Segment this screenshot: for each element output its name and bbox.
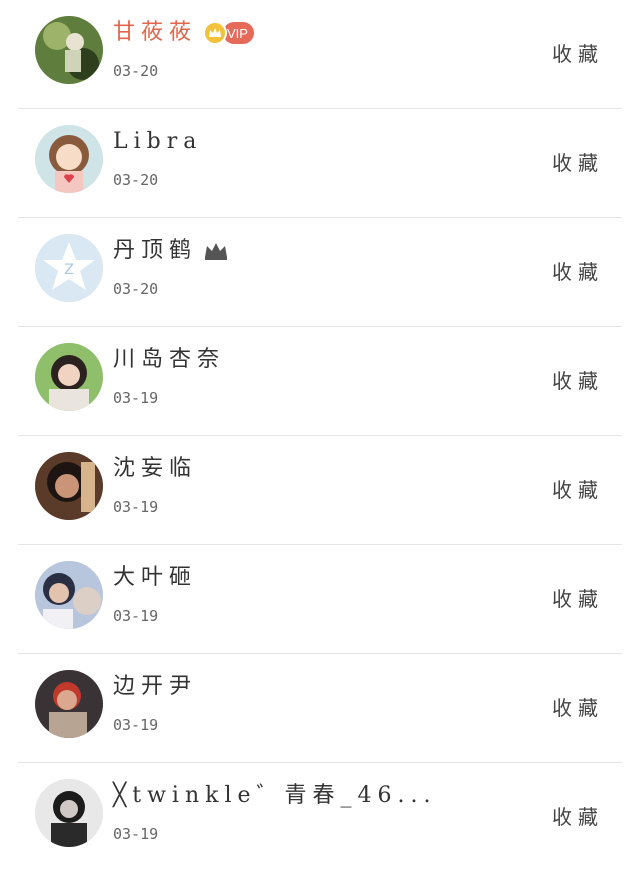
list-item[interactable]: 川岛杏奈 03-19 收藏 [18,327,622,436]
avatar[interactable] [35,670,103,738]
user-name: 沈妄临 [113,456,198,481]
favorite-button[interactable]: 收藏 [552,583,604,612]
list-item[interactable]: ╳twinkle゛青春_46... 03-19 收藏 [18,763,622,872]
crown-icon [203,21,228,45]
list-item[interactable]: Libra 03-20 收藏 [18,109,622,218]
favorite-button[interactable]: 收藏 [552,256,604,285]
user-name: 边开尹 [113,674,198,699]
avatar[interactable] [35,452,103,520]
favorite-button[interactable]: 收藏 [552,365,604,394]
user-name: Libra [113,129,203,154]
list-item[interactable]: 沈妄临 03-19 收藏 [18,436,622,545]
crown-icon [203,240,229,262]
user-name: ╳twinkle゛青春_46... [113,783,437,808]
favorite-button[interactable]: 收藏 [552,692,604,721]
favorite-button[interactable]: 收藏 [552,147,604,176]
avatar[interactable] [35,343,103,411]
follow-date: 03-19 [113,389,159,407]
avatar[interactable] [35,561,103,629]
avatar[interactable] [35,16,103,84]
user-name: 川岛杏奈 [113,347,226,372]
favorite-button[interactable]: 收藏 [552,801,604,830]
vip-label: VIP [223,22,254,44]
avatar[interactable] [35,779,103,847]
svg-text:Z: Z [64,262,74,278]
list-item[interactable]: Z 丹顶鹤 03-20 收藏 [18,218,622,327]
user-name: 丹顶鹤 [113,238,198,263]
list-item[interactable]: 边开尹 03-19 收藏 [18,654,622,763]
list-item[interactable]: 大叶砸 03-19 收藏 [18,545,622,654]
favorite-button[interactable]: 收藏 [552,474,604,503]
user-name: 大叶砸 [113,565,198,590]
follow-date: 03-19 [113,716,159,734]
avatar[interactable]: Z [35,234,103,302]
follow-date: 03-19 [113,825,159,843]
follow-date: 03-19 [113,498,159,516]
user-name: 甘莜莜 [113,20,198,45]
follow-date: 03-19 [113,607,159,625]
favorite-button[interactable]: 收藏 [552,38,604,67]
avatar[interactable] [35,125,103,193]
follow-date: 03-20 [113,62,159,80]
vip-badge: VIP [203,21,254,45]
follower-list: 甘莜莜 VIP 03-20 收藏 Libra 03-20 收藏 Z 丹顶鹤 03… [0,0,640,864]
list-item[interactable]: 甘莜莜 VIP 03-20 收藏 [18,0,622,109]
follow-date: 03-20 [113,171,159,189]
follow-date: 03-20 [113,280,159,298]
